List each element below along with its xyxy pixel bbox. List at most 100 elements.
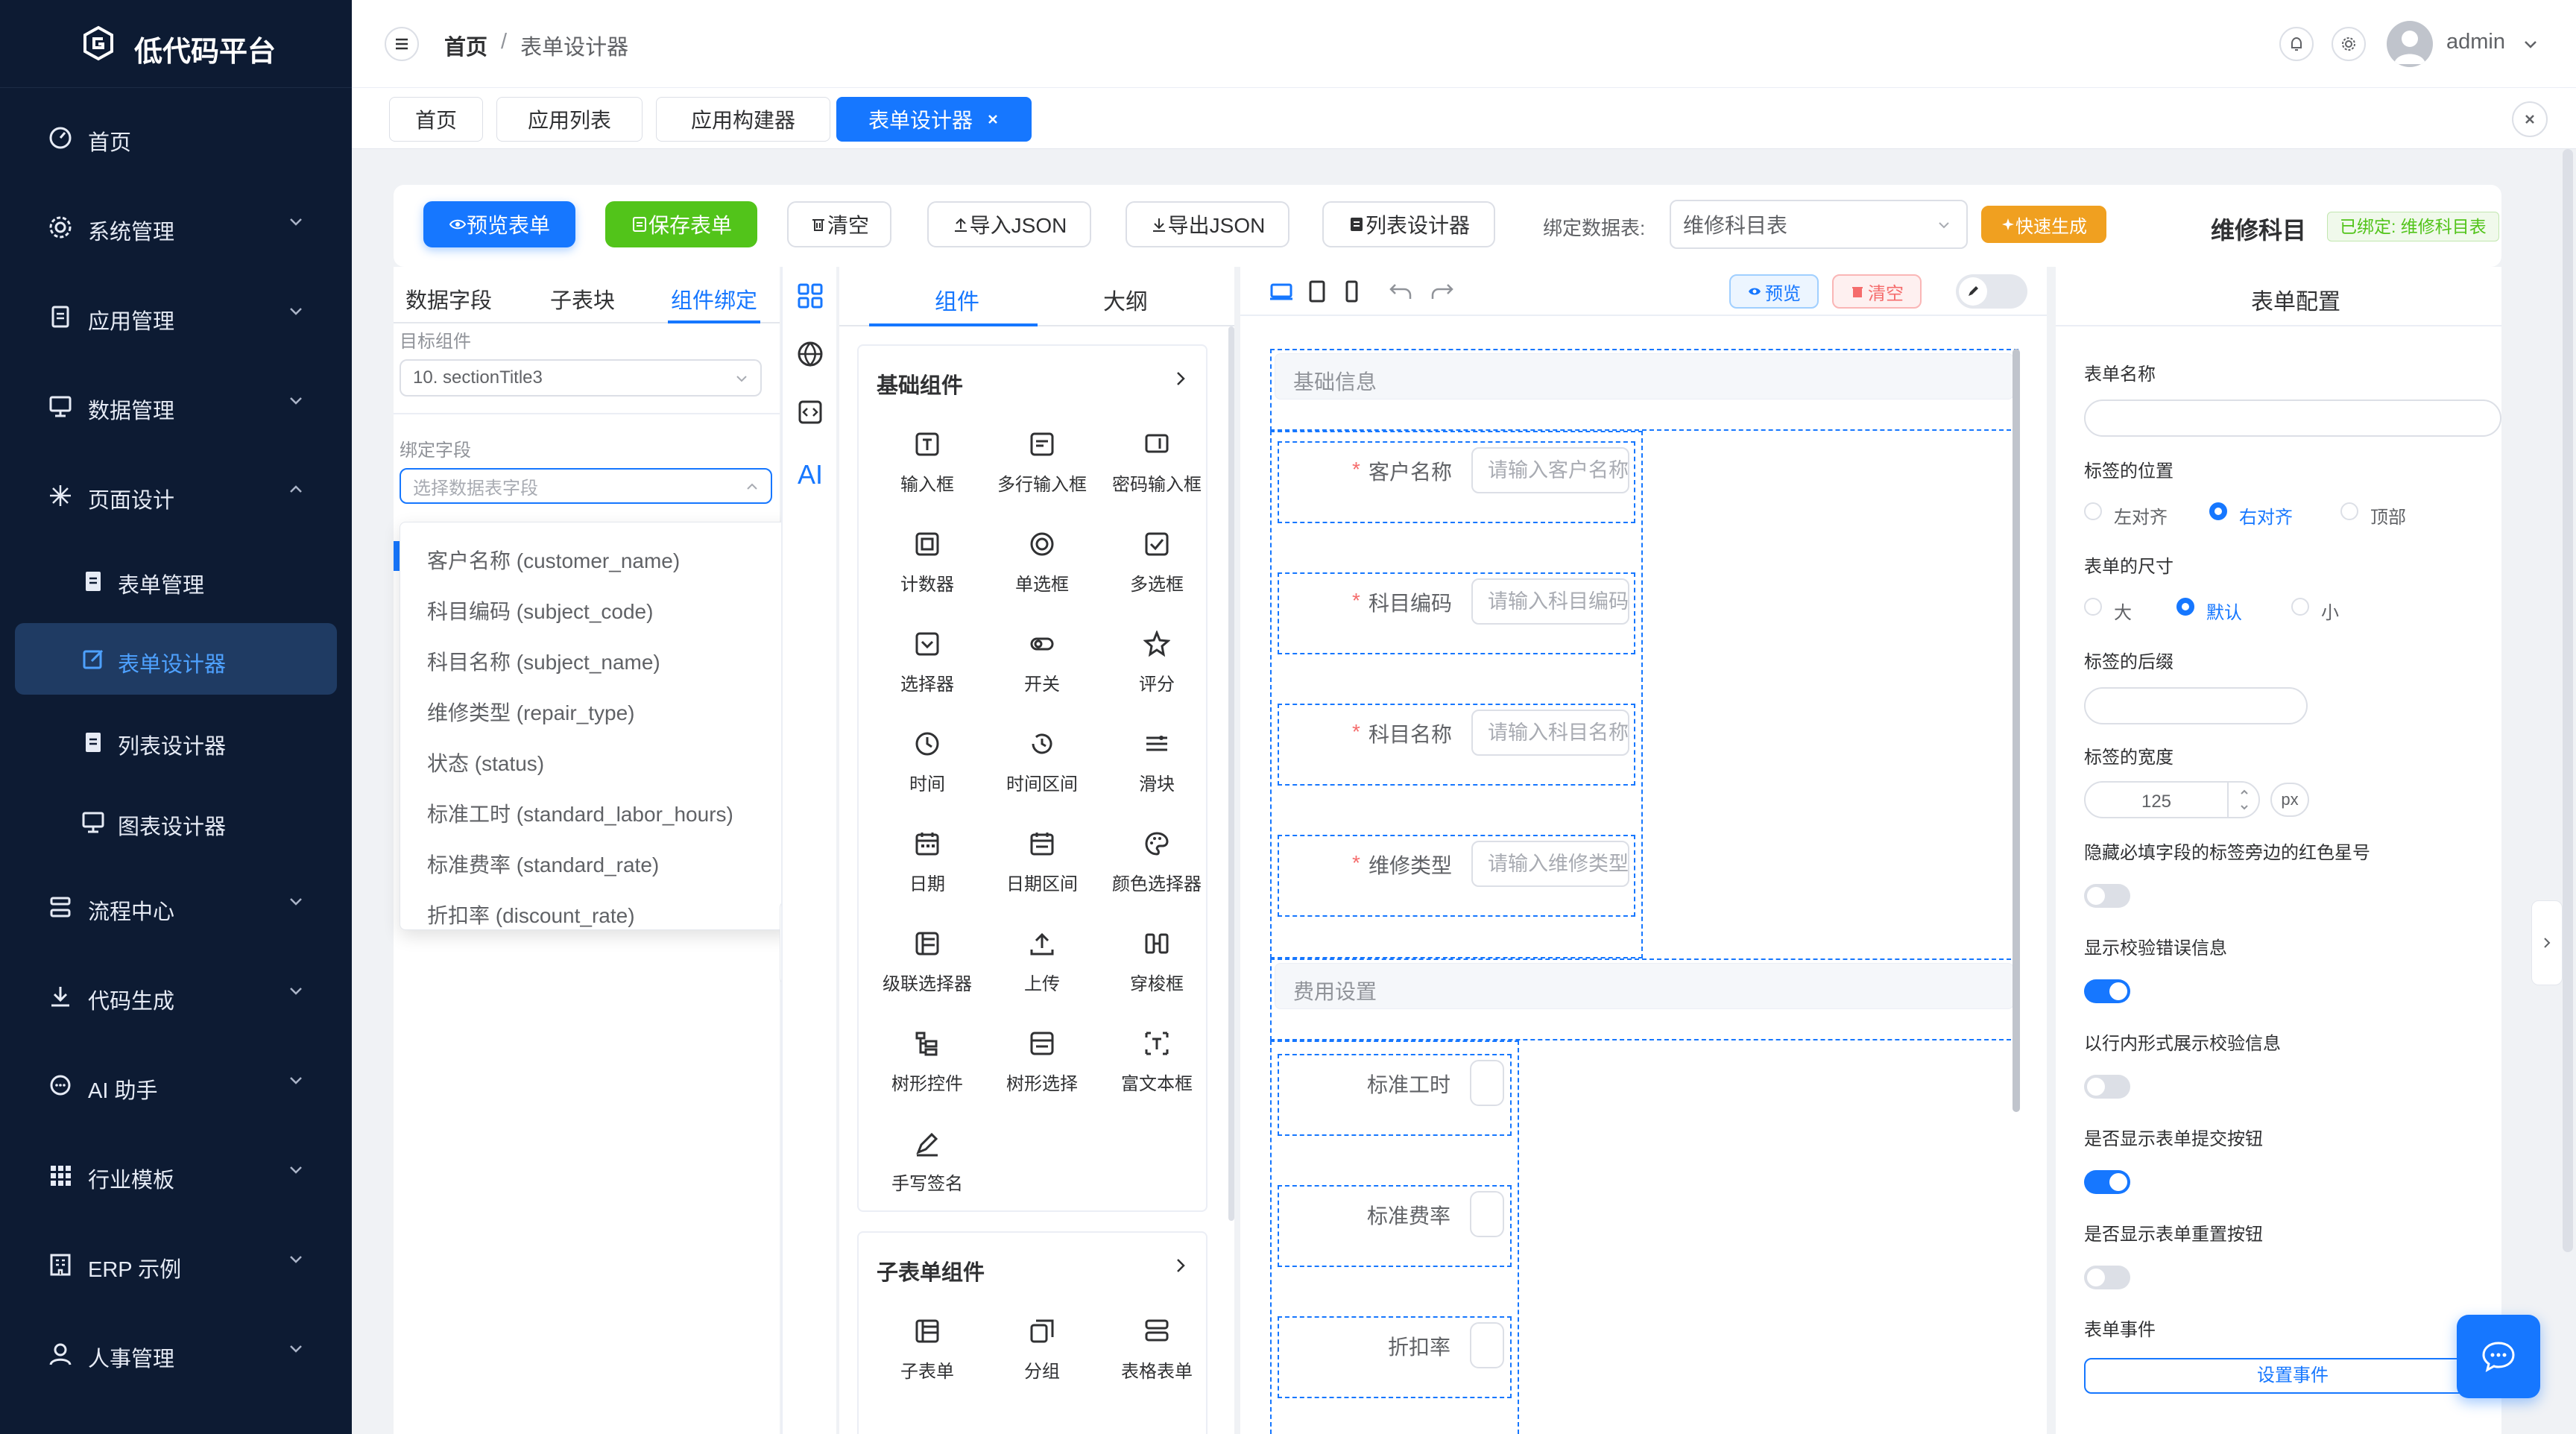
tab-component-binding[interactable]: 组件绑定 xyxy=(671,283,757,315)
dropdown-option[interactable]: 客户名称 (customer_name) xyxy=(427,545,680,575)
panel-scrollbar[interactable] xyxy=(1228,326,1234,1221)
form-field-item[interactable]: * 科目编码 请输入科目编码 xyxy=(1278,572,1635,654)
clear-button[interactable]: 清空 xyxy=(787,201,891,247)
radio-size-small[interactable] xyxy=(2291,598,2309,616)
sidebar-item-data[interactable]: 数据管理 xyxy=(0,370,352,441)
notification-button[interactable] xyxy=(2279,27,2314,61)
component-date[interactable]: 日期 xyxy=(877,823,973,905)
radio-right-align[interactable] xyxy=(2209,502,2227,520)
show-submit-switch[interactable] xyxy=(2084,1170,2130,1194)
tab-data-fields[interactable]: 数据字段 xyxy=(405,283,492,315)
sidebar-item-apps[interactable]: 应用管理 xyxy=(0,280,352,352)
sidebar-item-page-design[interactable]: 页面设计 xyxy=(0,459,352,531)
bind-field-select[interactable]: 选择数据表字段 xyxy=(400,468,772,504)
component-input[interactable]: 输入框 xyxy=(877,423,973,505)
chevron-right-icon[interactable] xyxy=(1172,1257,1190,1275)
settings-button[interactable] xyxy=(2332,27,2366,61)
component-switch[interactable]: 开关 xyxy=(991,623,1088,705)
import-json-button[interactable]: 导入JSON xyxy=(927,201,1091,247)
field-input[interactable]: 请输入科目编码 xyxy=(1471,578,1629,625)
grid-icon[interactable] xyxy=(796,282,824,310)
form-field-item[interactable]: 折扣率 xyxy=(1278,1316,1512,1398)
edit-mode-toggle[interactable] xyxy=(1956,274,2027,309)
component-subform[interactable]: 子表单 xyxy=(877,1310,973,1392)
radio-size-default[interactable] xyxy=(2176,598,2194,616)
tablet-icon[interactable] xyxy=(1304,279,1330,304)
form-field-item[interactable]: * 维修类型 请输入维修类型 xyxy=(1278,835,1635,917)
field-input[interactable]: 请输入维修类型 xyxy=(1471,841,1629,887)
component-group[interactable]: 分组 xyxy=(991,1310,1088,1392)
ai-button[interactable]: AI xyxy=(798,459,823,490)
user-name[interactable]: admin xyxy=(2446,30,2505,54)
menu-toggle-button[interactable] xyxy=(385,27,419,61)
component-signature[interactable]: 手写签名 xyxy=(877,1122,973,1204)
inline-error-switch[interactable] xyxy=(2084,1075,2130,1099)
form-field-item[interactable]: * 客户名称 请输入客户名称 xyxy=(1278,441,1635,523)
component-time[interactable]: 时间 xyxy=(877,723,973,805)
sidebar-item-ai[interactable]: AI 助手 xyxy=(0,1049,352,1121)
canvas-preview-button[interactable]: 预览 xyxy=(1729,274,1819,309)
hide-required-star-switch[interactable] xyxy=(2084,884,2130,908)
sidebar-item-home[interactable]: 首页 xyxy=(0,101,352,173)
tab-components[interactable]: 组件 xyxy=(935,283,979,316)
sidebar-item-system[interactable]: 系统管理 xyxy=(0,191,352,262)
tab-app-builder[interactable]: 应用构建器 xyxy=(656,97,830,142)
field-input[interactable]: 请输入客户名称 xyxy=(1471,447,1629,493)
set-events-button[interactable]: 设置事件 xyxy=(2084,1358,2501,1394)
breadcrumb-home[interactable]: 首页 xyxy=(444,30,487,61)
dropdown-option[interactable]: 折扣率 (discount_rate) xyxy=(427,900,635,929)
component-slider[interactable]: 滑块 xyxy=(1106,723,1203,805)
canvas-clear-button[interactable]: 清空 xyxy=(1832,274,1922,309)
sidebar-item-form-designer[interactable]: 表单设计器 xyxy=(15,623,337,695)
dropdown-option[interactable]: 标准工时 (standard_labor_hours) xyxy=(427,798,733,828)
form-name-input[interactable] xyxy=(2084,399,2501,437)
bind-table-select[interactable]: 维修科目表 xyxy=(1670,200,1968,249)
component-upload[interactable]: 上传 xyxy=(991,923,1088,1005)
chevron-up-icon[interactable] xyxy=(2239,787,2250,797)
component-table-form[interactable]: 表格表单 xyxy=(1106,1310,1203,1392)
component-password[interactable]: 密码输入框 xyxy=(1106,423,1203,505)
section-title-fees[interactable]: 费用设置 xyxy=(1270,958,2018,1040)
mobile-icon[interactable] xyxy=(1339,279,1364,304)
dropdown-option[interactable]: 状态 (status) xyxy=(427,748,544,777)
component-color-picker[interactable]: 颜色选择器 xyxy=(1106,823,1203,905)
field-input[interactable] xyxy=(1470,1060,1504,1106)
sidebar-item-templates[interactable]: 行业模板 xyxy=(0,1139,352,1210)
tab-outline[interactable]: 大纲 xyxy=(1103,283,1148,316)
component-checkbox[interactable]: 多选框 xyxy=(1106,523,1203,605)
field-input[interactable]: 请输入科目名称 xyxy=(1471,710,1629,756)
component-radio[interactable]: 单选框 xyxy=(991,523,1088,605)
sidebar-item-list-designer[interactable]: 列表设计器 xyxy=(0,705,352,777)
label-suffix-input[interactable] xyxy=(2084,687,2308,724)
sidebar-item-codegen[interactable]: 代码生成 xyxy=(0,960,352,1032)
quick-generate-button[interactable]: 快速生成 xyxy=(1981,206,2106,243)
tab-app-list[interactable]: 应用列表 xyxy=(496,97,643,142)
component-tree-select[interactable]: 树形选择 xyxy=(991,1023,1088,1105)
component-transfer[interactable]: 穿梭框 xyxy=(1106,923,1203,1005)
preview-form-button[interactable]: 预览表单 xyxy=(423,201,575,247)
collapse-right-button[interactable] xyxy=(2531,900,2563,985)
app-logo[interactable]: 低代码平台 xyxy=(0,0,352,88)
avatar[interactable] xyxy=(2387,21,2433,67)
close-icon[interactable] xyxy=(986,113,1000,126)
component-rate[interactable]: 评分 xyxy=(1106,623,1203,705)
component-textarea[interactable]: 多行输入框 xyxy=(991,423,1088,505)
chevron-down-icon[interactable] xyxy=(2239,802,2250,812)
stepper-controls[interactable] xyxy=(2227,783,2260,817)
undo-icon[interactable] xyxy=(1388,279,1413,304)
globe-icon[interactable] xyxy=(796,340,824,368)
component-tree[interactable]: 树形控件 xyxy=(877,1023,973,1105)
show-reset-switch[interactable] xyxy=(2084,1266,2130,1289)
tab-form-designer[interactable]: 表单设计器 xyxy=(836,97,1032,142)
sidebar-item-erp[interactable]: ERP 示例 xyxy=(0,1228,352,1300)
export-json-button[interactable]: 导出JSON xyxy=(1126,201,1289,247)
close-all-tabs-button[interactable] xyxy=(2512,101,2548,137)
form-field-item[interactable]: 标准费率 xyxy=(1278,1185,1512,1267)
dropdown-option[interactable]: 科目编码 (subject_code) xyxy=(427,596,653,625)
section-title-basic[interactable]: 基础信息 xyxy=(1270,349,2018,431)
dropdown-option[interactable]: 标准费率 (standard_rate) xyxy=(427,849,659,879)
component-date-range[interactable]: 日期区间 xyxy=(991,823,1088,905)
desktop-icon[interactable] xyxy=(1269,279,1294,304)
show-error-switch[interactable] xyxy=(2084,979,2130,1003)
component-select[interactable]: 选择器 xyxy=(877,623,973,705)
